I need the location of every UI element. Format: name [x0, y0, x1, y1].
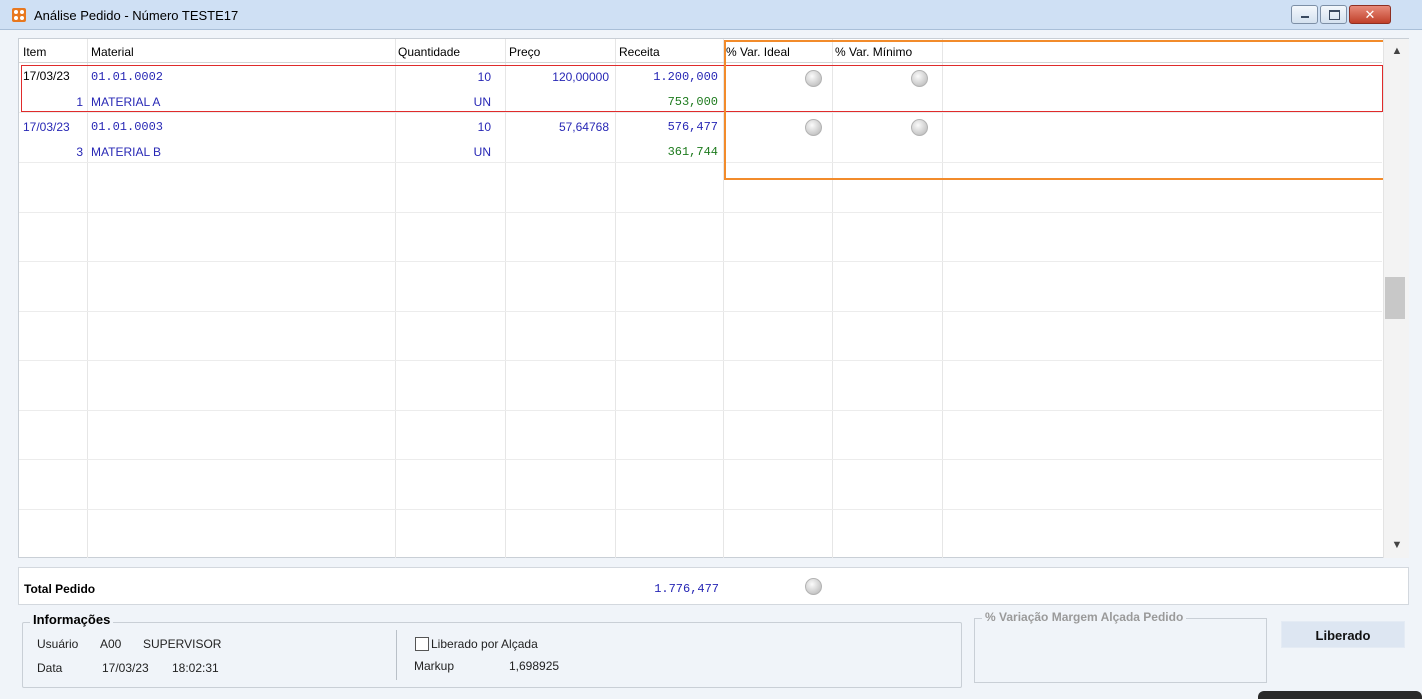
- column-divider: [87, 39, 88, 558]
- app-logo-icon: [12, 8, 26, 22]
- liberado-status-button[interactable]: Liberado: [1281, 621, 1405, 648]
- column-header-price[interactable]: Preço: [509, 45, 540, 59]
- row-divider: [19, 360, 1382, 361]
- vertical-scrollbar[interactable]: ▲ ▼: [1383, 39, 1409, 558]
- user-name: SUPERVISOR: [143, 637, 222, 651]
- row-divider: [19, 311, 1382, 312]
- date-label: Data: [37, 661, 63, 675]
- window-title: Análise Pedido - Número TESTE17: [34, 8, 239, 23]
- user-code: A00: [100, 637, 122, 651]
- window-content: Item Material Quantidade Preço Receita %…: [0, 30, 1422, 699]
- row-divider: [19, 509, 1382, 510]
- maximize-button[interactable]: [1320, 5, 1347, 24]
- variation-columns-highlight: [724, 40, 1387, 180]
- info-separator: [396, 630, 397, 680]
- scroll-down-icon[interactable]: ▼: [1384, 537, 1410, 553]
- info-group: [22, 622, 962, 688]
- row-material-name: MATERIAL B: [91, 145, 162, 159]
- row-material-code: 01.01.0003: [91, 120, 164, 134]
- info-title: Informações: [30, 612, 114, 627]
- row-divider: [19, 261, 1382, 262]
- liberado-checkbox-label[interactable]: Liberado por Alçada: [431, 637, 538, 651]
- row-revenue: 576,477: [667, 120, 718, 134]
- user-label: Usuário: [37, 637, 79, 651]
- liberado-checkbox[interactable]: [415, 637, 429, 651]
- column-divider: [615, 39, 616, 558]
- taskbar-edge: [1258, 691, 1422, 699]
- row-unit: UN: [473, 145, 491, 159]
- variation-margin-title: % Variação Margem Alçada Pedido: [982, 610, 1187, 624]
- time-value: 18:02:31: [172, 661, 219, 675]
- row-date: 17/03/23: [23, 120, 70, 134]
- row-divider: [19, 212, 1382, 213]
- row-quantity: 10: [477, 120, 491, 134]
- close-icon: ✕: [1364, 7, 1376, 22]
- total-value: 1.776,477: [654, 582, 719, 596]
- total-label: Total Pedido: [24, 582, 96, 596]
- markup-value: 1,698925: [509, 659, 560, 673]
- column-divider: [505, 39, 506, 558]
- minimize-button[interactable]: [1291, 5, 1318, 24]
- row-divider: [19, 410, 1382, 411]
- row-price: 57,64768: [558, 120, 609, 134]
- column-header-revenue[interactable]: Receita: [619, 45, 660, 59]
- scrollbar-thumb[interactable]: [1385, 277, 1405, 319]
- row-revenue-secondary: 361,744: [667, 145, 718, 159]
- title-bar: Análise Pedido - Número TESTE17 ✕: [0, 0, 1422, 30]
- markup-label: Markup: [414, 659, 455, 673]
- total-panel: Total Pedido 1.776,477: [18, 567, 1409, 605]
- close-button[interactable]: ✕: [1349, 5, 1391, 24]
- column-header-item[interactable]: Item: [23, 45, 46, 59]
- column-header-material[interactable]: Material: [91, 45, 134, 59]
- total-indicator-icon: [805, 578, 822, 595]
- date-value: 17/03/23: [102, 661, 149, 675]
- scroll-up-icon[interactable]: ▲: [1384, 43, 1410, 59]
- row-divider: [19, 459, 1382, 460]
- column-divider: [395, 39, 396, 558]
- column-header-quantity[interactable]: Quantidade: [398, 45, 460, 59]
- variation-margin-panel: [974, 618, 1267, 683]
- row-item-number: 3: [76, 145, 83, 159]
- items-grid[interactable]: Item Material Quantidade Preço Receita %…: [18, 38, 1409, 558]
